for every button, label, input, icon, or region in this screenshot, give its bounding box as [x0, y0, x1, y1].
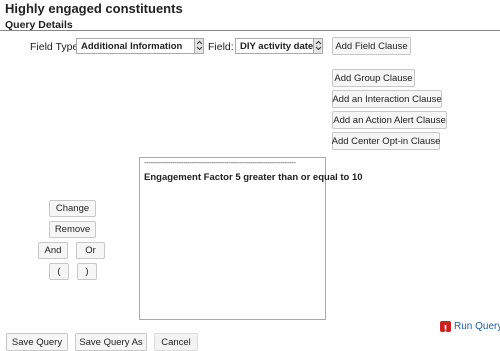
query-clauses-box[interactable]: ----------------------------------------… — [139, 157, 363, 320]
field-select[interactable]: DIY activity date — [235, 38, 323, 54]
add-group-clause-button[interactable]: Add Group Clause — [332, 69, 415, 87]
chevron-down-icon — [194, 39, 203, 53]
open-paren-button[interactable]: ( — [49, 263, 69, 280]
clause-separator: ----------------------------------------… — [144, 158, 296, 167]
chevron-down-icon — [313, 39, 322, 53]
field-label: Field: — [208, 41, 234, 53]
add-action-alert-clause-button[interactable]: Add an Action Alert Clause — [332, 111, 447, 129]
run-query-icon — [440, 321, 451, 333]
field-type-select[interactable]: Additional Information — [76, 38, 204, 54]
add-interaction-clause-button[interactable]: Add an Interaction Clause — [332, 90, 442, 108]
and-button[interactable]: And — [38, 242, 68, 259]
query-clause[interactable]: Engagement Factor 5 greater than or equa… — [144, 172, 363, 183]
run-query-link[interactable]: Run Query — [440, 321, 500, 333]
save-query-as-button[interactable]: Save Query As — [75, 333, 147, 351]
save-query-button[interactable]: Save Query — [6, 333, 68, 351]
field-value: DIY activity date — [240, 41, 314, 52]
or-button[interactable]: Or — [76, 242, 105, 259]
close-paren-button[interactable]: ) — [77, 263, 97, 280]
run-query-label: Run Query — [454, 321, 500, 332]
cancel-button[interactable]: Cancel — [154, 333, 198, 351]
add-center-optin-clause-button[interactable]: Add Center Opt-in Clause — [332, 132, 440, 150]
field-type-value: Additional Information — [81, 41, 183, 52]
section-divider — [0, 30, 500, 31]
remove-button[interactable]: Remove — [49, 221, 96, 238]
change-button[interactable]: Change — [49, 200, 96, 217]
field-type-label: Field Type: — [30, 41, 82, 53]
page-title: Highly engaged constituents — [5, 1, 183, 16]
add-field-clause-button[interactable]: Add Field Clause — [332, 37, 411, 55]
